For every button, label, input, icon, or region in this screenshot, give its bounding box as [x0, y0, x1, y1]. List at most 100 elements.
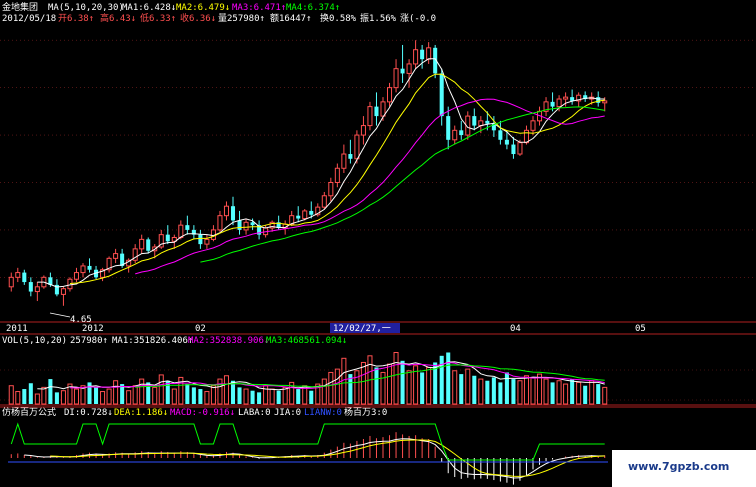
quote-volume: 量257980↑ — [218, 13, 265, 24]
candle-body-up — [223, 205, 230, 217]
volume-bar-down — [485, 380, 490, 404]
volume-bar-up — [452, 370, 458, 405]
vol-value: 257980↑ — [70, 336, 108, 346]
volume-bar-up — [602, 386, 608, 405]
volume-bar-up — [106, 388, 112, 405]
volume-bar-up — [589, 380, 595, 405]
volume-bar-down — [472, 375, 477, 404]
candle-body-down — [446, 116, 451, 140]
volume-bar-up — [426, 366, 432, 405]
candle-body-down — [185, 225, 190, 230]
volume-bar-up — [158, 374, 164, 405]
candle-body-down — [459, 130, 464, 136]
volume-bar-up — [537, 373, 543, 405]
volume-bar-down — [94, 387, 99, 404]
volume-bar-down — [276, 390, 281, 404]
vol-ma3: MA3:468561.094↓ — [266, 336, 347, 346]
volume-bar-down — [185, 384, 190, 404]
date-label-cursor: 12/02/27,一 — [333, 324, 391, 334]
candle-body-down — [550, 101, 555, 107]
quote-turnover: 换0.58% — [320, 12, 357, 24]
date-label-2011: 2011 — [6, 324, 28, 334]
candle-body-up — [426, 47, 432, 60]
volume-bar-up — [530, 376, 536, 405]
quote-low: 低6.33↑ — [140, 12, 176, 24]
candle-body-up — [178, 224, 184, 238]
volume-bar-down — [309, 390, 314, 404]
volume-bar-up — [139, 378, 145, 405]
candle-body-down — [374, 106, 379, 117]
volume-bar-up — [73, 388, 79, 405]
volume-bar-up — [41, 386, 47, 405]
volume-bar-up — [328, 371, 334, 405]
volume-bar-up — [406, 370, 412, 405]
volume-bar-up — [354, 370, 360, 405]
candle-body-up — [80, 265, 86, 274]
candle-body-down — [472, 116, 477, 126]
candle-body-down — [400, 68, 405, 74]
candle-body-down — [420, 49, 425, 60]
volume-bar-up — [563, 383, 569, 405]
price-gridlines — [0, 39, 756, 401]
candle-body-down — [87, 265, 92, 270]
ma1-value: MA1:6.428↓ — [122, 3, 176, 13]
volume-bar-down — [511, 379, 516, 404]
volume-bar-up — [243, 388, 249, 405]
ma2-value: MA2:6.479↓ — [176, 3, 230, 13]
di-line — [24, 438, 605, 479]
volume-bar-up — [543, 378, 549, 405]
volume-bar-down — [550, 382, 555, 404]
candle-body-up — [367, 106, 373, 127]
volume-bar-up — [171, 388, 177, 405]
candle-body-up — [204, 238, 210, 245]
candle-body-up — [530, 120, 536, 131]
volume-bar-up — [204, 391, 210, 405]
volume-bar-up — [478, 378, 484, 405]
volume-bar-down — [296, 389, 301, 404]
ma-label: MA(5,10,20,30) — [48, 3, 124, 13]
candle-body-up — [380, 101, 386, 117]
candle-body-down — [198, 234, 203, 245]
quote-close: 收6.36↓ — [180, 12, 216, 24]
candle-body-down — [237, 220, 242, 230]
candle-body-down — [511, 144, 516, 155]
candle-body-up — [354, 134, 360, 160]
candle-body-up — [217, 215, 223, 231]
volume-bar-down — [237, 387, 242, 404]
volume-bar-up — [334, 368, 340, 405]
volume-bar-down — [374, 367, 379, 404]
vol-ma1: MA1:351826.406↑ — [112, 336, 193, 346]
volume-bar-up — [517, 380, 523, 405]
date-label-2012: 2012 — [82, 324, 104, 334]
volume-bar-up — [341, 357, 347, 405]
candle-body-up — [8, 276, 14, 288]
candle-body-up — [360, 125, 366, 136]
quote-change: 涨(-0.0 — [400, 13, 436, 24]
candle-body-up — [139, 238, 145, 250]
indicator-label: 仿杨百万公式 — [2, 406, 56, 418]
candle-body-up — [67, 278, 73, 290]
candle-body-down — [439, 73, 444, 117]
date-label-04: 04 — [510, 324, 521, 334]
candle-body-up — [563, 96, 569, 100]
candle-body-up — [393, 68, 399, 89]
volume-bar-up — [34, 393, 40, 405]
volume-bar-down — [498, 382, 503, 404]
low-marker-pointer — [49, 312, 71, 318]
volume-bar-down — [257, 392, 262, 404]
volume-bar-up — [15, 391, 21, 405]
candle-body-up — [341, 153, 347, 169]
vol-ma2: MA2:352838.906↓ — [188, 336, 269, 346]
volume-bar-down — [570, 379, 575, 404]
candle-body-up — [321, 195, 327, 208]
volume-bar-down — [491, 377, 496, 404]
quote-amount: 额16447↑ — [270, 12, 312, 24]
volume-bar-down — [400, 360, 405, 404]
candle-body-up — [413, 49, 419, 65]
quote-date: 2012/05/18 — [2, 14, 56, 24]
volume-bar-down — [596, 384, 601, 404]
volume-bar-up — [223, 375, 230, 405]
candle-body-down — [146, 239, 151, 251]
date-axis: 2011 2012 02 12/02/27,一 04 05 — [6, 323, 646, 334]
volume-bar-down — [54, 392, 59, 404]
